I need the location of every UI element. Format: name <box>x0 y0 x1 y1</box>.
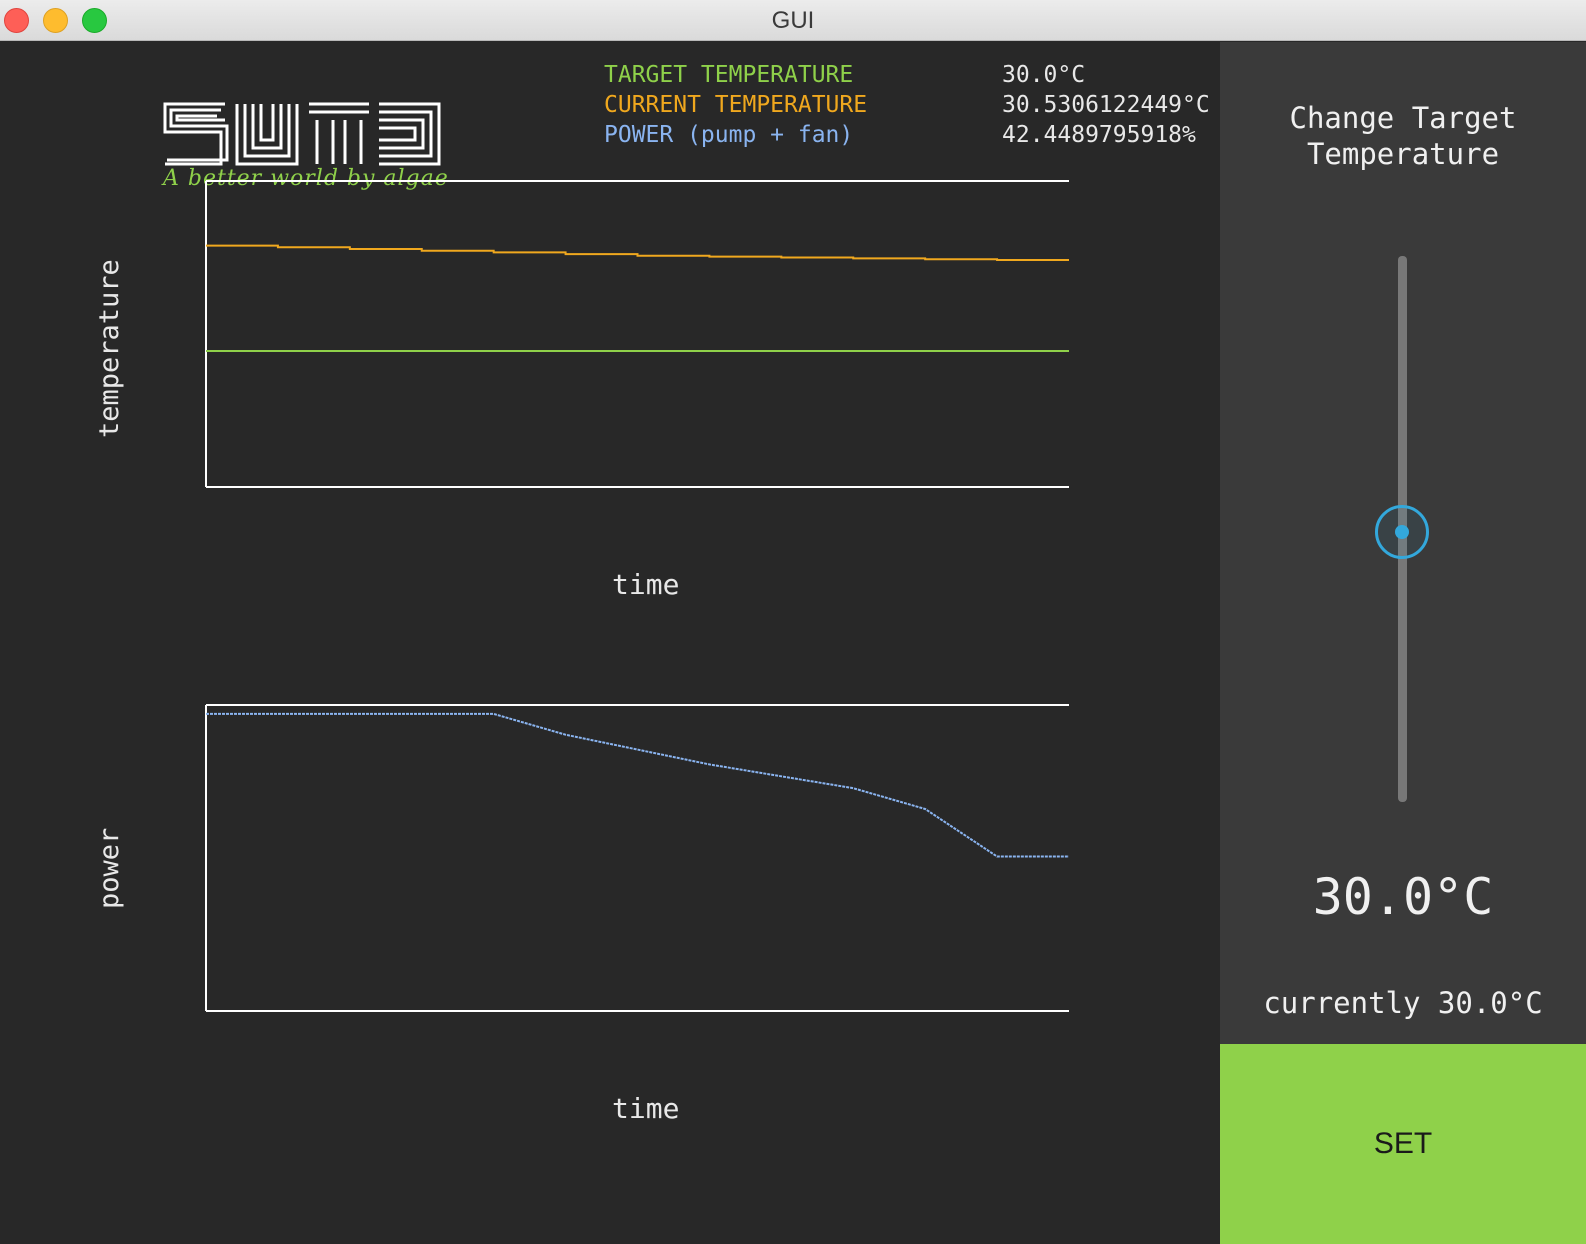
change-target-title-line1: Change Target <box>1289 101 1517 135</box>
sutd-logo <box>163 102 441 166</box>
title-bar: GUI <box>0 0 1586 41</box>
legend-power-value: 42.4489795918% <box>1002 122 1196 148</box>
window-title: GUI <box>771 7 815 34</box>
legend-power-label: POWER (pump + fan) <box>604 122 854 148</box>
power-plot-canvas <box>205 704 1069 1012</box>
change-target-title: Change Target Temperature <box>1220 100 1586 172</box>
slider-thumb-dot <box>1395 525 1409 539</box>
temperature-plot-canvas <box>205 180 1069 488</box>
power-series-line-0 <box>206 712 1069 858</box>
target-sidebar: Change Target Temperature 30.0°C current… <box>1220 42 1586 1244</box>
temperature-time-label: time <box>612 568 680 601</box>
set-button[interactable]: SET <box>1220 1044 1586 1244</box>
temperature-plot <box>205 180 1080 488</box>
target-temperature-slider-thumb[interactable] <box>1375 505 1429 559</box>
current-target-text: currently 30.0°C <box>1263 986 1543 1020</box>
temperature-series-line-0 <box>206 244 1069 262</box>
selected-target-value: 30.0°C <box>1312 868 1494 926</box>
temperature-axis-label: temperature <box>94 259 125 438</box>
change-target-title-line2: Temperature <box>1306 137 1500 171</box>
legend-current-label: CURRENT TEMPERATURE <box>604 92 868 118</box>
power-axis-label: power <box>94 827 125 909</box>
main-pane: A better world by algae TARGET TEMPERATU… <box>0 42 1220 1244</box>
power-plot <box>205 704 1080 1012</box>
legend-current-value: 30.5306122449°C <box>1002 92 1210 118</box>
power-time-label: time <box>612 1092 680 1125</box>
legend-target-value: 30.0°C <box>1002 62 1086 88</box>
legend-target-label: TARGET TEMPERATURE <box>604 62 854 88</box>
